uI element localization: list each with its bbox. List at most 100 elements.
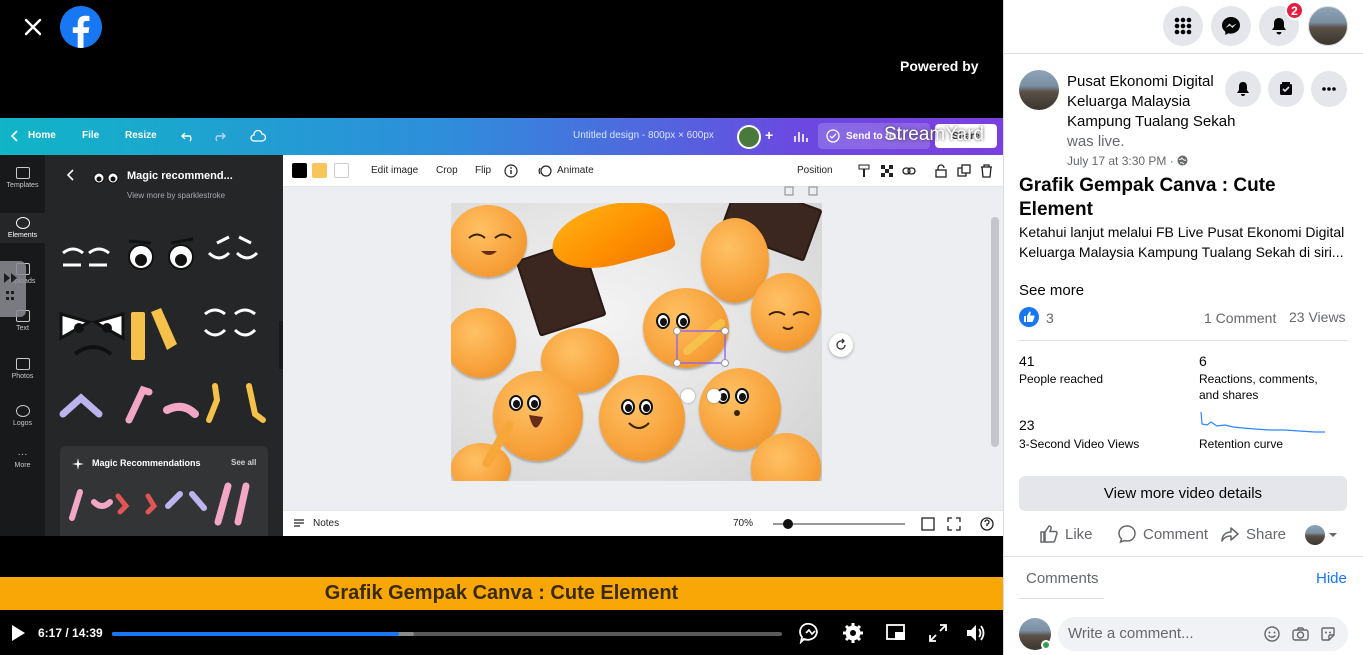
menu-grid-icon[interactable] [1163,6,1203,46]
video-time: 6:17 / 14:39 [38,626,103,640]
stat-engagement-label: Reactions, comments, and shares [1199,372,1318,402]
page-view-icon[interactable] [921,517,935,531]
rail-templates[interactable]: Templates [0,167,45,189]
drag-handle[interactable] [0,261,26,317]
flip-button[interactable]: Flip [475,165,491,176]
comment-input[interactable] [1068,625,1248,642]
more-options-icon[interactable] [1311,71,1347,107]
messenger-icon[interactable] [1211,6,1251,46]
share-label: Share [1246,525,1287,543]
view-more-details-button[interactable]: View more video details [1019,476,1347,511]
notes-icon[interactable] [293,518,305,529]
chevron-down-icon[interactable] [1328,532,1338,539]
canva-home[interactable]: Home [28,130,56,141]
comment-count[interactable]: 1 Comment [1204,310,1276,326]
see-more-link[interactable]: See more [1019,282,1084,299]
post-description: Ketahui lanjut melalui FB Live Pusat Eko… [1019,224,1345,260]
sticker-eyes-icon [91,169,121,185]
edit-image-button[interactable]: Edit image [371,165,418,176]
comment-box[interactable] [1058,617,1348,651]
save-video-icon[interactable] [1268,71,1304,107]
page-avatar[interactable] [1019,70,1059,110]
magic-recommendations-card: Magic Recommendations See all [60,446,268,536]
fullscreen-expand-icon[interactable] [927,622,949,644]
horizontal-scrollbar[interactable] [287,499,987,505]
page-name: Pusat Ekonomi Digital Keluarga Malaysia … [1067,72,1242,152]
vertical-scrollbar[interactable] [991,217,999,447]
undo-icon[interactable] [181,129,195,143]
rail-photos[interactable]: Photos [0,358,45,380]
rotate-handle[interactable] [681,389,695,403]
notes-button[interactable]: Notes [313,518,339,529]
camera-icon[interactable] [1292,626,1309,642]
like-button[interactable]: Like [1039,524,1093,544]
sticker-icon[interactable] [1320,626,1336,642]
reaction-count[interactable]: 3 [1046,310,1054,326]
canva-resize[interactable]: Resize [125,130,157,141]
canva-file[interactable]: File [82,130,99,141]
macaron-photo-canvas[interactable] [451,203,822,481]
view-count: 23 Views [1289,309,1346,325]
paint-format-icon[interactable] [857,164,871,178]
see-all-link[interactable]: See all [231,458,256,467]
canva-doc-title: Untitled design - 800px × 600px [573,130,714,141]
color-swatch-yellow[interactable] [312,163,327,178]
play-icon[interactable] [10,624,26,642]
position-button[interactable]: Position [797,165,833,176]
sparkle-icon [72,458,84,470]
page-tools-icons[interactable] [783,185,823,197]
crop-button[interactable]: Crop [436,165,458,176]
refresh-icon[interactable] [829,333,853,357]
sticker-eyes-row[interactable] [59,233,269,283]
canva-elements-panel: Magic recommend... View more by sparkles… [45,155,287,536]
video-progress-bar[interactable] [112,632,782,636]
user-avatar[interactable] [1308,6,1348,46]
fullscreen-icon[interactable] [947,517,961,531]
settings-gear-icon[interactable] [842,622,864,644]
color-swatch-black[interactable] [292,163,307,178]
panel-subtitle[interactable]: View more by sparklestroke [127,191,225,200]
comments-tab-label[interactable]: Comments [1026,570,1099,587]
info-icon[interactable] [504,164,518,178]
sticker-row-two[interactable] [59,300,269,360]
magic-recs-stickers[interactable] [68,482,263,526]
trash-icon[interactable] [980,164,993,178]
close-icon[interactable] [18,12,48,42]
transparency-icon[interactable] [880,164,894,178]
sticker-arms-row[interactable] [59,380,269,430]
page-name-link[interactable]: Pusat Ekonomi Digital Keluarga Malaysia … [1067,73,1235,130]
post-date[interactable]: July 17 at 3:30 PM · [1067,154,1177,168]
hide-comments-button[interactable]: Hide [1316,570,1347,587]
duplicate-icon[interactable] [957,164,971,178]
help-icon[interactable] [980,517,994,531]
insights-icon[interactable] [793,129,809,143]
chevron-left-icon[interactable] [11,130,19,142]
color-swatch-white[interactable] [334,163,349,178]
rail-more[interactable]: ··· More [0,450,45,470]
facebook-logo-icon[interactable] [60,6,102,48]
lock-icon[interactable] [935,164,947,178]
animate-button[interactable]: Animate [557,165,594,176]
share-button[interactable]: Share [1220,524,1286,544]
volume-icon[interactable] [965,622,987,644]
add-collaborator-icon[interactable]: + [765,127,773,143]
chat-bubble-icon[interactable] [799,622,821,644]
panel-back-icon[interactable] [67,169,75,181]
rail-logos[interactable]: Logos [0,405,45,427]
move-handle[interactable] [707,389,721,403]
like-reaction-icon[interactable] [1019,307,1039,327]
animate-icon[interactable] [538,164,552,178]
comment-button[interactable]: Comment [1117,524,1208,544]
streamyard-wordmark: StreamYard [884,124,984,145]
zoom-slider[interactable] [773,519,905,529]
picture-in-picture-icon[interactable] [885,622,907,644]
link-icon[interactable] [902,164,916,178]
redo-icon[interactable] [212,129,226,143]
follow-bell-icon[interactable] [1225,71,1261,107]
stat-retention-label: Retention curve [1199,437,1284,451]
collaborator-avatar[interactable] [737,125,761,149]
emoji-icon[interactable] [1264,626,1280,642]
thumbs-up-icon [1040,525,1058,543]
post-as-avatar[interactable] [1305,525,1325,545]
rail-elements[interactable]: Elements [0,213,45,243]
